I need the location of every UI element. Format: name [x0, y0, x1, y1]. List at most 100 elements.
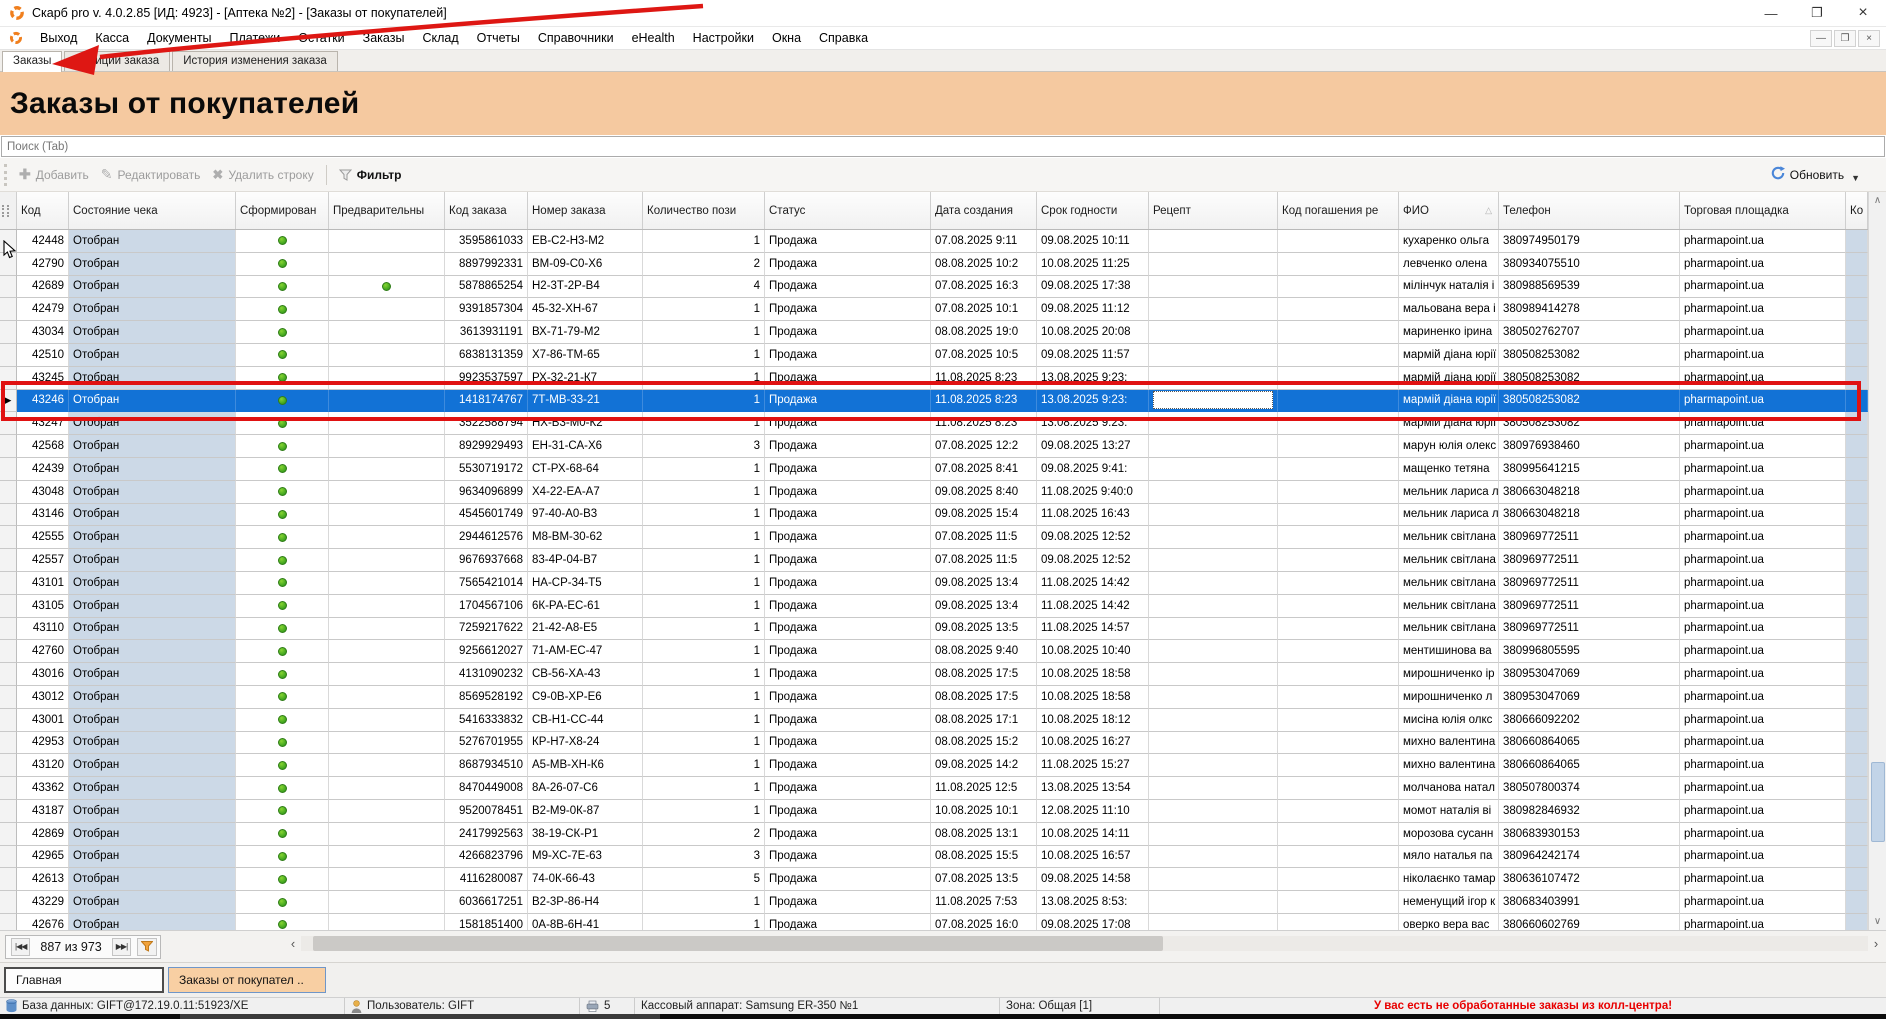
menu-item-выход[interactable]: Выход	[31, 31, 86, 45]
menu-item-платежи[interactable]: Платежи	[221, 31, 290, 45]
scroll-down-icon[interactable]: ∨	[1869, 913, 1886, 930]
nav-filter-button[interactable]	[137, 938, 157, 956]
delete-button[interactable]: ✖ Удалить строку	[212, 167, 313, 183]
column-header-phone[interactable]: Телефон	[1499, 192, 1680, 229]
menu-item-заказы[interactable]: Заказы	[354, 31, 414, 45]
table-row[interactable]: 42953Отобран5276701955КР-Н7-Х8-241Продаж…	[0, 732, 1868, 755]
tab-3[interactable]: История изменения заказа	[172, 51, 338, 71]
cell-recipe	[1149, 777, 1278, 800]
menu-item-справка[interactable]: Справка	[810, 31, 877, 45]
table-row[interactable]: 42557Отобран967693766883-4Р-04-В71Продаж…	[0, 549, 1868, 572]
menu-item-касса[interactable]: Касса	[86, 31, 138, 45]
footer-tab-home[interactable]: Главная	[4, 967, 164, 993]
table-row[interactable]: 43110Отобран725921762221-42-А8-Е51Продаж…	[0, 618, 1868, 641]
table-row[interactable]: 42479Отобран939185730445-32-ХН-671Продаж…	[0, 298, 1868, 321]
table-row[interactable]: 42965Отобран4266823796М9-ХС-7Е-633Продаж…	[0, 846, 1868, 869]
horizontal-scroll-thumb[interactable]	[313, 936, 1163, 951]
table-row[interactable]: 42613Отобран411628008774-0К-66-435Продаж…	[0, 868, 1868, 891]
grid-body: 42448Отобран3595861033ЕВ-С2-Н3-М21Продаж…	[0, 230, 1868, 930]
table-row[interactable]: 42790Отобран8897992331ВМ-09-С0-Х62Продаж…	[0, 253, 1868, 276]
table-row[interactable]: 43034Отобран3613931191ВХ-71-79-М21Продаж…	[0, 321, 1868, 344]
table-row[interactable]: 43048Отобран9634096899Х4-22-ЕА-А71Продаж…	[0, 481, 1868, 504]
filter-button[interactable]: Фильтр	[339, 168, 402, 182]
menu-item-остатки[interactable]: Остатки	[289, 31, 353, 45]
table-row[interactable]: 42448Отобран3595861033ЕВ-С2-Н3-М21Продаж…	[0, 230, 1868, 253]
column-header-order_code[interactable]: Код заказа	[445, 192, 528, 229]
child-close-icon[interactable]: ×	[1858, 30, 1880, 47]
table-row[interactable]: 42676Отобран15818514000А-8В-6Н-411Продаж…	[0, 914, 1868, 930]
first-record-button[interactable]: |◀◀	[11, 938, 30, 956]
footer-tab-orders[interactable]: Заказы от покупател ..	[168, 967, 326, 993]
table-row[interactable]: 42568Отобран8929929493ЕН-31-СА-Х63Продаж…	[0, 435, 1868, 458]
menu-item-склад[interactable]: Склад	[413, 31, 467, 45]
table-row[interactable]: 43012Отобран8569528192С9-0В-ХР-Е61Продаж…	[0, 686, 1868, 709]
menu-item-документы[interactable]: Документы	[138, 31, 220, 45]
menu-item-ehealth[interactable]: eHealth	[623, 31, 684, 45]
menu-item-окна[interactable]: Окна	[763, 31, 810, 45]
table-row[interactable]: 43247Отобран3522588794НХ-В3-М0-К21Продаж…	[0, 412, 1868, 435]
column-header-preliminary[interactable]: Предварительны	[329, 192, 445, 229]
table-row[interactable]: 43362Отобран84704490088А-26-07-С61Продаж…	[0, 777, 1868, 800]
scroll-right-icon[interactable]: ›	[1868, 936, 1884, 951]
column-header-order_number[interactable]: Номер заказа	[528, 192, 643, 229]
scroll-left-icon[interactable]: ‹	[285, 936, 301, 951]
last-record-button[interactable]: ▶▶|	[112, 938, 131, 956]
table-row[interactable]: 43016Отобран4131090232СВ-56-ХА-431Продаж…	[0, 663, 1868, 686]
table-row[interactable]: 42869Отобран241799256338-19-СК-Р12Продаж…	[0, 823, 1868, 846]
column-header-full_name[interactable]: ФИО△	[1399, 192, 1499, 229]
column-header-check_state[interactable]: Состояние чека	[69, 192, 236, 229]
scroll-up-icon[interactable]: ∧	[1869, 192, 1886, 209]
restore-icon[interactable]: ❐	[1794, 0, 1840, 26]
table-row[interactable]: 43245Отобран9923537597РХ-32-21-К71Продаж…	[0, 367, 1868, 390]
child-restore-icon[interactable]: ❐	[1834, 30, 1856, 47]
table-row[interactable]: 43001Отобран5416333832СВ-Н1-СС-441Продаж…	[0, 709, 1868, 732]
table-row[interactable]: 42555Отобран2944612576М8-ВМ-30-621Продаж…	[0, 526, 1868, 549]
column-header-ko[interactable]: Ко	[1846, 192, 1868, 229]
green-dot-icon	[278, 920, 287, 929]
cell-expires: 10.08.2025 18:12	[1037, 709, 1149, 732]
edit-button[interactable]: ✎ Редактировать	[101, 166, 201, 183]
recipe-edit-cell[interactable]	[1153, 391, 1273, 409]
column-header-redeem_code[interactable]: Код погашения ре	[1278, 192, 1399, 229]
table-row[interactable]: 42510Отобран6838131359Х7-86-ТМ-651Продаж…	[0, 344, 1868, 367]
table-row[interactable]: 42689Отобран5878865254Н2-3Т-2Р-В44Продаж…	[0, 276, 1868, 299]
column-header-platform[interactable]: Торговая площадка	[1680, 192, 1846, 229]
search-input[interactable]	[1, 136, 1885, 157]
vertical-scroll-thumb[interactable]	[1871, 762, 1885, 842]
menu-item-отчеты[interactable]: Отчеты	[468, 31, 529, 45]
table-row[interactable]: 43146Отобран454560174997-40-А0-В31Продаж…	[0, 504, 1868, 527]
column-header-positions[interactable]: Количество пози	[643, 192, 765, 229]
add-button[interactable]: ✚ Добавить	[19, 166, 89, 183]
child-minimize-icon[interactable]: —	[1810, 30, 1832, 47]
tab-1[interactable]: Заказы	[2, 51, 62, 72]
table-row[interactable]: 42439Отобран5530719172СТ-РХ-68-641Продаж…	[0, 458, 1868, 481]
row-indicator	[0, 800, 17, 823]
column-header-code[interactable]: Код	[17, 192, 69, 229]
table-row[interactable]: 43101Отобран7565421014НА-СР-34-Т51Продаж…	[0, 572, 1868, 595]
cell-redeem_code	[1278, 868, 1399, 891]
refresh-caret-icon[interactable]: ▼	[1851, 173, 1860, 183]
column-header-formed[interactable]: Сформирован	[236, 192, 329, 229]
table-row[interactable]: 43105Отобран17045671066К-РА-ЕС-611Продаж…	[0, 595, 1868, 618]
green-dot-icon	[278, 875, 287, 884]
table-row[interactable]: ▶43246Отобран14181747677Т-МВ-33-211Прода…	[0, 390, 1868, 413]
menu-item-справочники[interactable]: Справочники	[529, 31, 623, 45]
close-icon[interactable]: ×	[1840, 0, 1886, 26]
vertical-scrollbar[interactable]: ∧ ∨	[1868, 192, 1886, 930]
refresh-button[interactable]: Обновить ▼	[1771, 166, 1860, 183]
column-header-recipe[interactable]: Рецепт	[1149, 192, 1278, 229]
horizontal-scroll-track[interactable]	[301, 936, 1868, 951]
table-row[interactable]: 43120Отобран8687934510А5-МВ-ХН-К61Продаж…	[0, 754, 1868, 777]
column-header-created[interactable]: Дата создания	[931, 192, 1037, 229]
cell-code: 42790	[17, 253, 69, 276]
table-row[interactable]: 42760Отобран925661202771-АМ-ЕС-471Продаж…	[0, 640, 1868, 663]
menu-item-настройки[interactable]: Настройки	[684, 31, 763, 45]
tab-2[interactable]: Позиции заказа	[64, 51, 170, 71]
column-header-expires[interactable]: Срок годности	[1037, 192, 1149, 229]
minimize-icon[interactable]: —	[1748, 0, 1794, 26]
table-row[interactable]: 43187Отобран9520078451В2-М9-0К-871Продаж…	[0, 800, 1868, 823]
table-row[interactable]: 43229Отобран6036617251В2-3Р-86-Н41Продаж…	[0, 891, 1868, 914]
column-header-status[interactable]: Статус	[765, 192, 931, 229]
horizontal-scrollbar[interactable]: ‹ ›	[285, 935, 1884, 952]
cell-full_name: мельник світлана	[1399, 526, 1499, 549]
